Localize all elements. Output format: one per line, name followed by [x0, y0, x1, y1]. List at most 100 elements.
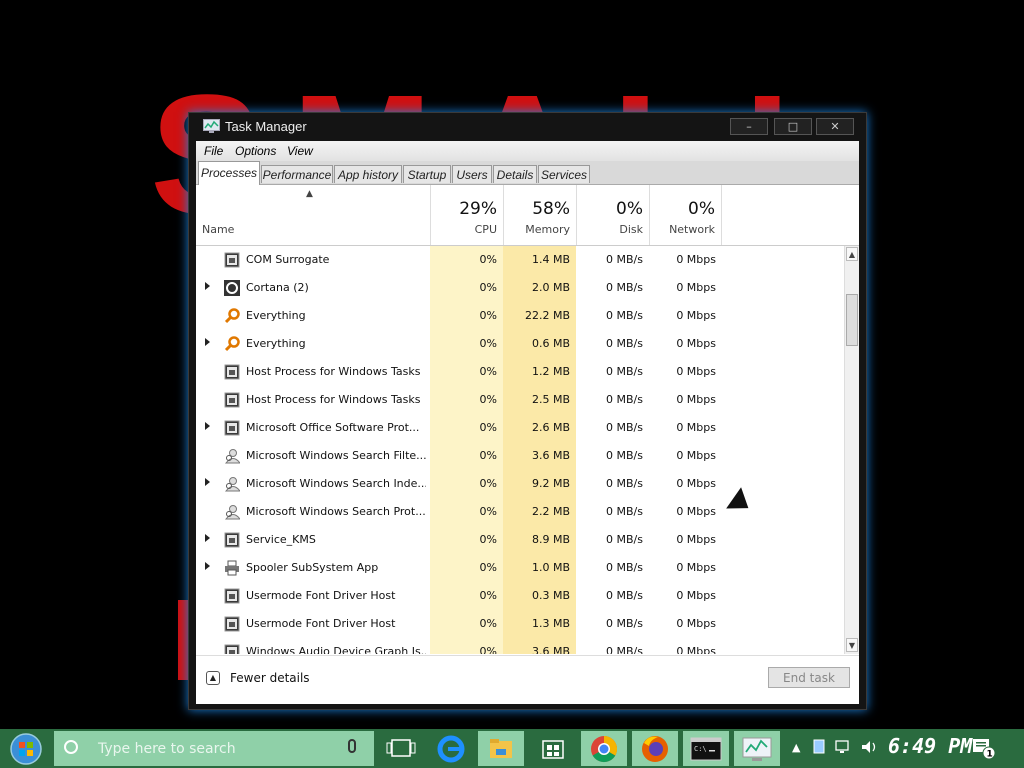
table-row[interactable]: Usermode Font Driver Host 0% 1.3 MB 0 MB/s 0… [196, 610, 844, 638]
file-explorer-icon[interactable] [478, 731, 524, 766]
task-manager-taskbar-icon[interactable] [734, 731, 780, 766]
microphone-icon[interactable] [348, 739, 356, 753]
expand-arrow-icon[interactable] [205, 478, 210, 486]
process-memory: 3.6 MB [531, 449, 570, 462]
clock[interactable]: 6:49 PM [888, 734, 972, 758]
tab-app-history[interactable]: App history [334, 165, 402, 183]
generic-app-icon [224, 252, 240, 268]
table-row[interactable]: Spooler SubSystem App 0% 1.0 MB 0 MB/s 0 Mbp… [196, 554, 844, 582]
column-disk[interactable]: 0% Disk [576, 185, 649, 245]
process-memory: 8.9 MB [531, 533, 570, 546]
vertical-scrollbar[interactable]: ▲ ▼ [844, 246, 859, 654]
expand-arrow-icon[interactable] [205, 338, 210, 346]
scroll-up-icon[interactable]: ▲ [846, 247, 858, 261]
table-row[interactable]: COM Surrogate 0% 1.4 MB 0 MB/s 0 Mbps [196, 246, 844, 274]
tab-services[interactable]: Services [538, 165, 590, 183]
tab-processes[interactable]: Processes [198, 161, 260, 185]
notification-count: 1 [987, 750, 993, 760]
process-disk: 0 MB/s [606, 281, 643, 294]
scroll-down-icon[interactable]: ▼ [846, 638, 858, 652]
process-name: Microsoft Office Software Prot... [246, 421, 420, 434]
table-row[interactable]: Windows Audio Device Graph Is... 0% 3.6 MB… [196, 638, 844, 654]
firefox-icon[interactable] [632, 731, 678, 766]
expand-arrow-icon[interactable] [205, 422, 210, 430]
search-placeholder: Type here to search [98, 741, 236, 757]
expand-arrow-icon[interactable] [205, 282, 210, 290]
process-network: 0 Mbps [676, 393, 716, 406]
menu-file[interactable]: File [204, 144, 223, 158]
table-row[interactable]: Everything 0% 0.6 MB 0 MB/s 0 Mbps [196, 330, 844, 358]
close-button[interactable]: ✕ [816, 118, 854, 135]
chrome-icon[interactable] [581, 731, 627, 766]
table-row[interactable]: Microsoft Windows Search Filte... 0% 3.6 M… [196, 442, 844, 470]
process-cpu: 0% [479, 617, 497, 630]
scroll-thumb[interactable] [846, 294, 858, 346]
process-memory: 2.6 MB [531, 421, 570, 434]
process-list: COM Surrogate 0% 1.4 MB 0 MB/s 0 Mbps Cortana… [196, 246, 844, 654]
edge-browser-icon[interactable] [428, 731, 474, 766]
process-network: 0 Mbps [676, 449, 716, 462]
tray-overflow-icon[interactable]: ▲ [792, 741, 800, 754]
table-row[interactable]: Cortana (2) 0% 2.0 MB 0 MB/s 0 Mbps [196, 274, 844, 302]
task-view-icon[interactable] [378, 731, 424, 766]
volume-icon[interactable] [860, 739, 880, 755]
chevron-up-icon[interactable]: ▲ [206, 671, 220, 685]
network-label: Network [669, 223, 715, 236]
tab-performance[interactable]: Performance [261, 165, 333, 183]
magnifier-icon [224, 336, 240, 352]
process-cpu: 0% [479, 589, 497, 602]
process-network: 0 Mbps [676, 533, 716, 546]
fewer-details-link[interactable]: Fewer details [230, 671, 310, 685]
store-icon[interactable] [530, 731, 576, 766]
tab-startup[interactable]: Startup [403, 165, 451, 183]
tab-details[interactable]: Details [493, 165, 537, 183]
start-button-icon[interactable] [4, 731, 48, 767]
table-row[interactable]: Host Process for Windows Tasks 0% 2.5 MB 0 … [196, 386, 844, 414]
process-disk: 0 MB/s [606, 421, 643, 434]
process-name: Everything [246, 337, 306, 350]
column-cpu[interactable]: 29% CPU [430, 185, 503, 245]
generic-app-icon [224, 532, 240, 548]
process-disk: 0 MB/s [606, 617, 643, 630]
tablet-icon[interactable] [812, 739, 826, 755]
process-name: Service_KMS [246, 533, 316, 546]
process-network: 0 Mbps [676, 505, 716, 518]
table-row[interactable]: Everything 0% 22.2 MB 0 MB/s 0 Mbps [196, 302, 844, 330]
table-row[interactable]: Microsoft Office Software Prot... 0% 2.6 M… [196, 414, 844, 442]
menu-view[interactable]: View [287, 144, 313, 158]
end-task-button[interactable]: End task [768, 667, 850, 688]
table-row[interactable]: Host Process for Windows Tasks 0% 1.2 MB 0 … [196, 358, 844, 386]
process-memory: 0.6 MB [531, 337, 570, 350]
title-bar[interactable]: Task Manager – □ ✕ [189, 113, 866, 141]
process-disk: 0 MB/s [606, 589, 643, 602]
command-prompt-icon[interactable]: C:\ [683, 731, 729, 766]
process-cpu: 0% [479, 365, 497, 378]
process-disk: 0 MB/s [606, 561, 643, 574]
expand-arrow-icon[interactable] [205, 534, 210, 542]
process-cpu: 0% [479, 477, 497, 490]
process-network: 0 Mbps [676, 309, 716, 322]
expand-arrow-icon[interactable] [205, 562, 210, 570]
process-disk: 0 MB/s [606, 533, 643, 546]
process-memory: 2.2 MB [531, 505, 570, 518]
notification-icon[interactable]: 1 [972, 738, 996, 760]
table-row[interactable]: Usermode Font Driver Host 0% 0.3 MB 0 MB/s 0… [196, 582, 844, 610]
process-disk: 0 MB/s [606, 337, 643, 350]
tab-users[interactable]: Users [452, 165, 492, 183]
menu-options[interactable]: Options [235, 144, 276, 158]
memory-label: Memory [525, 223, 570, 236]
taskbar-search-box[interactable]: Type here to search [54, 731, 374, 766]
column-network[interactable]: 0% Network [649, 185, 722, 245]
minimize-button[interactable]: – [730, 118, 768, 135]
process-cpu: 0% [479, 449, 497, 462]
process-name: Microsoft Windows Search Prot... [246, 505, 426, 518]
process-memory: 1.2 MB [531, 365, 570, 378]
column-memory[interactable]: 58% Memory [503, 185, 576, 245]
network-icon[interactable] [835, 739, 853, 755]
window-title: Task Manager [225, 119, 307, 134]
process-memory: 2.0 MB [531, 281, 570, 294]
column-name[interactable]: Name [202, 223, 234, 236]
process-memory: 2.5 MB [531, 393, 570, 406]
maximize-button[interactable]: □ [774, 118, 812, 135]
table-row[interactable]: Service_KMS 0% 8.9 MB 0 MB/s 0 Mbps [196, 526, 844, 554]
